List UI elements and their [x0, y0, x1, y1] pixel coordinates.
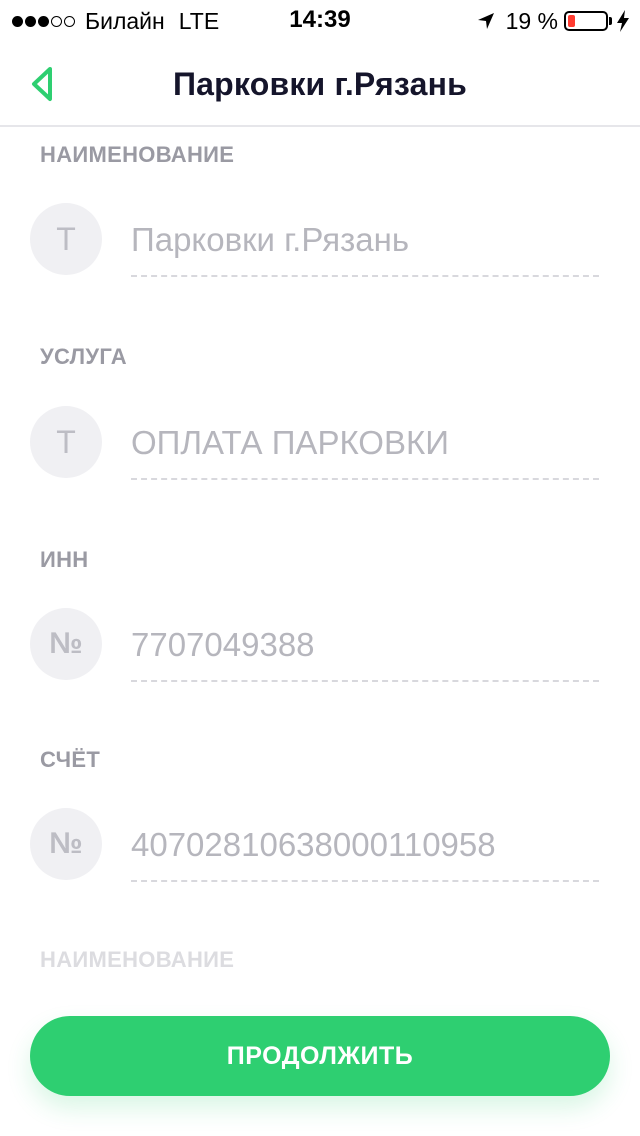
- field-value[interactable]: 7707049388: [131, 626, 599, 682]
- text-icon: Т: [30, 203, 102, 275]
- battery-percentage: 19 %: [505, 7, 558, 34]
- back-button[interactable]: [24, 64, 60, 104]
- form-content[interactable]: НАИМЕНОВАНИЕ Т Парковки г.Рязань УСЛУГА …: [0, 127, 640, 1136]
- field-value[interactable]: ОПЛАТА ПАРКОВКИ: [131, 424, 599, 480]
- battery-fill: [568, 15, 575, 27]
- text-icon: Т: [30, 406, 102, 478]
- status-right: 19 %: [476, 8, 630, 34]
- continue-button[interactable]: ПРОДОЛЖИТЬ: [30, 1016, 610, 1096]
- battery-cap: [609, 17, 612, 25]
- chevron-left-icon: [32, 67, 52, 101]
- charging-bolt-icon: [617, 10, 629, 32]
- location-arrow-icon: [477, 13, 494, 29]
- next-field-label: НАИМЕНОВАНИЕ: [40, 947, 235, 972]
- battery-icon: [564, 11, 608, 31]
- status-bar: Билайн LTE 14:39 19 %: [0, 0, 640, 40]
- number-icon: №: [30, 608, 102, 680]
- field-label: УСЛУГА: [40, 344, 127, 369]
- field-label: ИНН: [40, 547, 89, 572]
- field-value[interactable]: 40702810638000110958: [131, 826, 599, 882]
- field-label: СЧЁТ: [40, 747, 101, 772]
- field-value[interactable]: Парковки г.Рязань: [131, 221, 599, 277]
- number-icon: №: [30, 808, 102, 880]
- field-label: НАИМЕНОВАНИЕ: [40, 142, 235, 167]
- page-title: Парковки г.Рязань: [172, 66, 468, 102]
- navigation-bar: Парковки г.Рязань: [0, 40, 640, 127]
